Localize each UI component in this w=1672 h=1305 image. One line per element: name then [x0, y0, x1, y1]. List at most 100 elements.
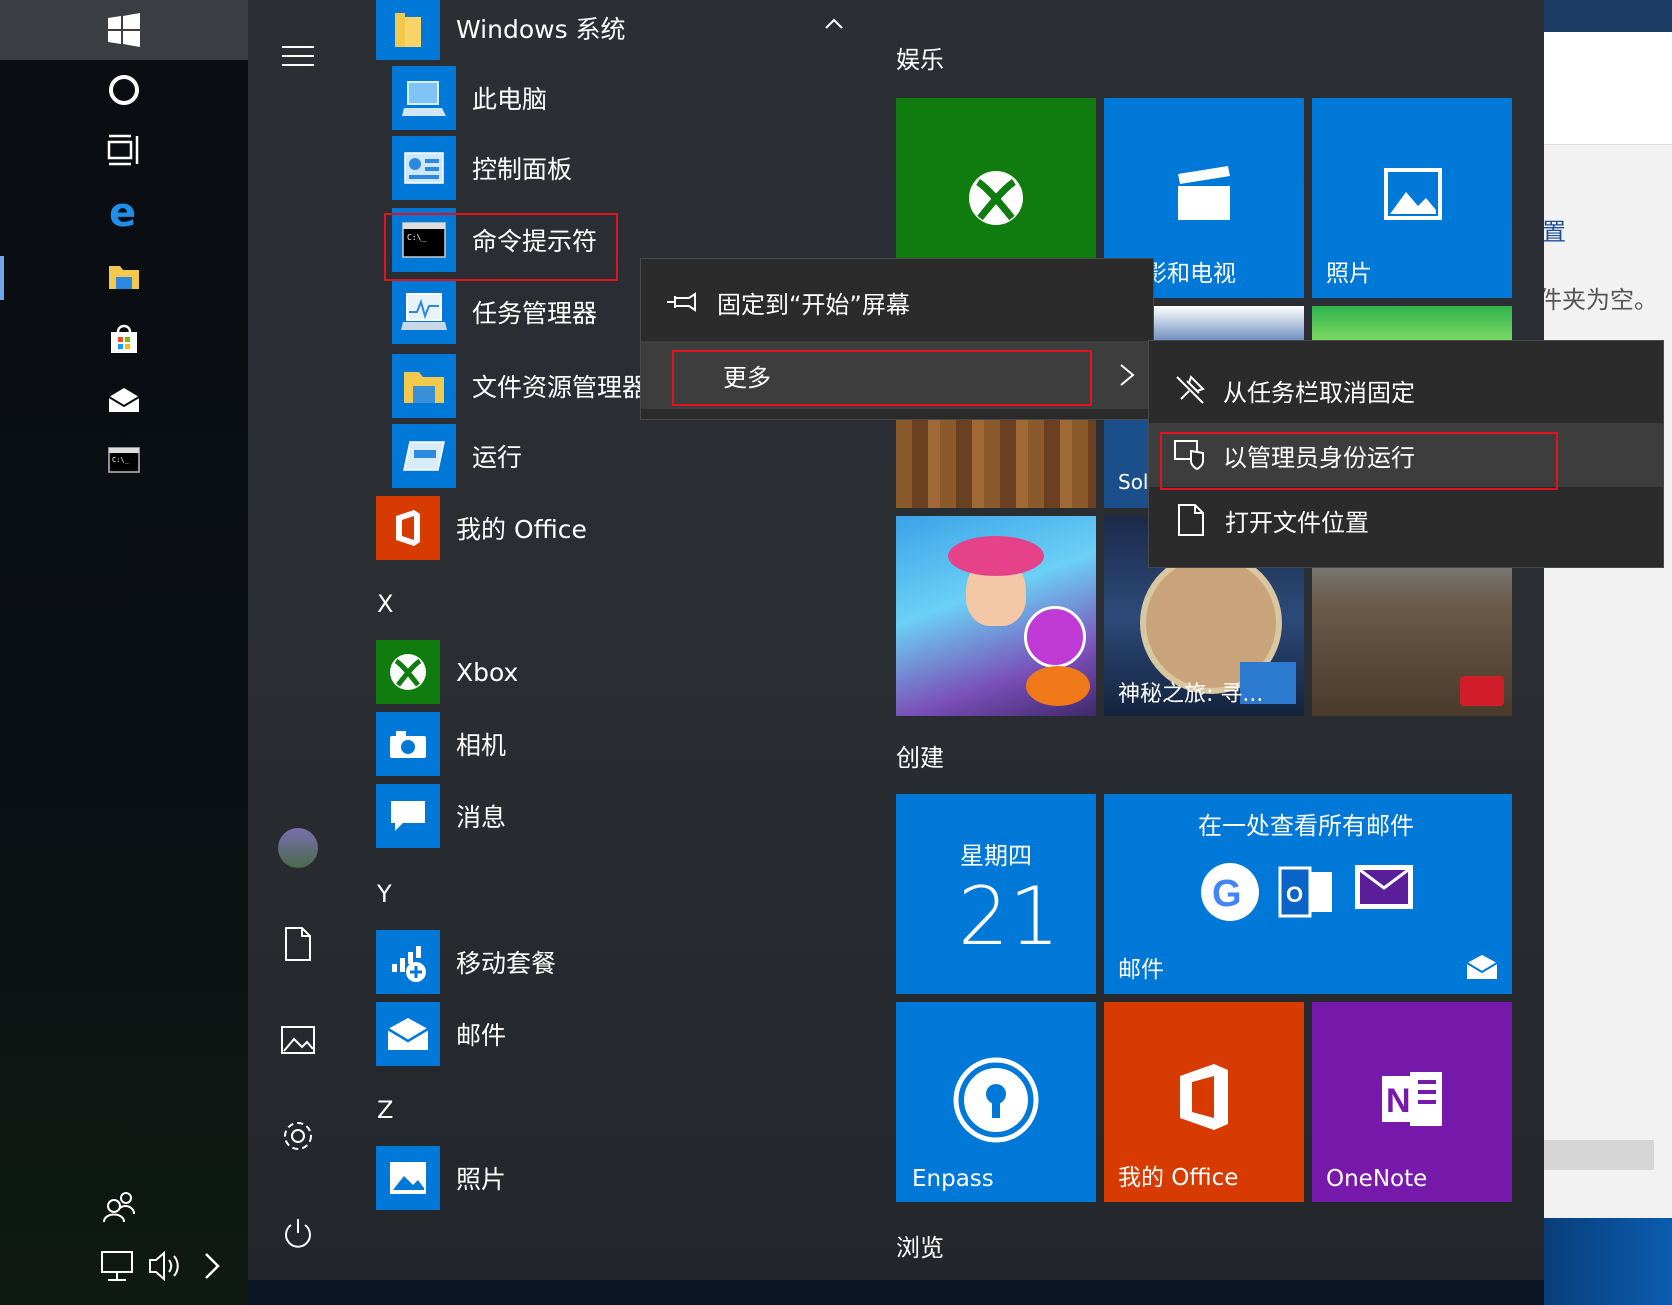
- people-icon[interactable]: [100, 1186, 140, 1226]
- svg-text:O: O: [1286, 882, 1303, 907]
- tile-calendar[interactable]: 星期四 21: [896, 794, 1096, 994]
- this-pc-icon: [392, 66, 456, 130]
- bubble-badge: [1024, 606, 1086, 668]
- svg-text:e: e: [109, 194, 136, 230]
- list-item-photos[interactable]: 照片: [376, 1146, 506, 1210]
- list-item-label: 任务管理器: [472, 299, 598, 328]
- folder-windows-system[interactable]: Windows 系统: [376, 0, 626, 60]
- file-icon: [1178, 504, 1204, 536]
- window-text-1: 置: [1542, 218, 1566, 246]
- window-titlebar: [1544, 0, 1672, 32]
- camera-icon: [376, 712, 440, 776]
- tile-label: 照片: [1326, 261, 1372, 287]
- chevron-right-icon: [1120, 364, 1135, 386]
- menu-item-open-file-location[interactable]: 打开文件位置: [1149, 489, 1663, 551]
- volume-icon[interactable]: [146, 1248, 186, 1284]
- list-item-label: 照片: [456, 1165, 507, 1194]
- list-item-this-pc[interactable]: 此电脑: [392, 66, 547, 130]
- group-title-entertainment[interactable]: 娱乐: [896, 40, 944, 75]
- svg-text:G: G: [1212, 873, 1242, 915]
- divider: [1544, 144, 1672, 145]
- task-view-icon[interactable]: [88, 122, 160, 178]
- tile-my-office[interactable]: 我的 Office: [1104, 1002, 1304, 1202]
- store-icon[interactable]: [88, 310, 160, 366]
- file-explorer-icon: [392, 354, 456, 418]
- gameloft-logo: [1460, 676, 1504, 706]
- group-title-create[interactable]: 创建: [896, 738, 944, 773]
- list-item-label: 消息: [456, 803, 507, 832]
- clapperboard-icon: [1178, 166, 1230, 220]
- settings-icon[interactable]: [264, 1106, 332, 1166]
- tile-photos[interactable]: 照片: [1312, 98, 1512, 298]
- list-item-label: 控制面板: [472, 155, 573, 184]
- tile-label: 影和电视: [1144, 261, 1236, 287]
- desktop-wallpaper: [1544, 1218, 1672, 1305]
- tile-mail[interactable]: 在一处查看所有邮件 G O 邮件: [1104, 794, 1512, 994]
- photos-icon: [376, 1146, 440, 1210]
- tile-enpass[interactable]: Enpass: [896, 1002, 1096, 1202]
- tile-label: 神秘之旅: 寻...: [1118, 682, 1264, 707]
- file-explorer-icon[interactable]: [88, 248, 160, 304]
- pictures-icon[interactable]: [264, 1010, 332, 1070]
- tile-minecraft[interactable]: [896, 418, 1096, 508]
- power-icon[interactable]: [264, 1204, 332, 1264]
- tile-bubble-witch[interactable]: [896, 516, 1096, 716]
- run-icon: [392, 424, 456, 488]
- tile-solitaire[interactable]: Sol: [1104, 418, 1148, 508]
- xbox-icon: [376, 640, 440, 704]
- documents-icon[interactable]: [264, 914, 332, 974]
- list-item-camera[interactable]: 相机: [376, 712, 506, 776]
- edge-icon[interactable]: e: [88, 184, 160, 240]
- list-item-control-panel[interactable]: 控制面板: [392, 136, 572, 200]
- menu-item-label: 打开文件位置: [1225, 508, 1369, 537]
- list-item-task-manager[interactable]: 任务管理器: [392, 280, 597, 344]
- list-item-mail[interactable]: 邮件: [376, 1002, 506, 1066]
- task-manager-icon: [392, 280, 456, 344]
- photos-icon: [1384, 168, 1442, 220]
- collapse-chevron-icon[interactable]: [820, 14, 848, 34]
- cortana-icon[interactable]: [88, 62, 160, 118]
- active-indicator: [0, 256, 4, 300]
- menu-item-label: 从任务栏取消固定: [1223, 378, 1415, 407]
- hamburger-icon[interactable]: [264, 26, 332, 86]
- highlight-cmd: [384, 213, 618, 281]
- calendar-day: 21: [958, 870, 1060, 963]
- list-item-my-office[interactable]: 我的 Office: [376, 496, 587, 560]
- letter-header-z[interactable]: Z: [377, 1096, 393, 1124]
- enpass-icon: [953, 1057, 1039, 1143]
- cmd-icon[interactable]: C:\_: [88, 432, 160, 488]
- mail-icon[interactable]: [88, 372, 160, 428]
- calendar-weekday: 星期四: [960, 842, 1032, 870]
- messages-icon: [376, 784, 440, 848]
- list-item-label: 文件资源管理器: [472, 373, 648, 402]
- tile-label: 邮件: [1118, 957, 1164, 983]
- windows-logo-icon[interactable]: [88, 2, 160, 58]
- avatar[interactable]: [264, 818, 332, 878]
- list-item-run[interactable]: 运行: [392, 424, 522, 488]
- network-icon[interactable]: [98, 1248, 138, 1284]
- menu-item-pin-to-start[interactable]: 固定到“开始”屏幕: [641, 271, 1153, 333]
- list-item-xbox[interactable]: Xbox: [376, 640, 518, 704]
- group-title-browse[interactable]: 浏览: [896, 1228, 944, 1263]
- letter-header-y[interactable]: Y: [377, 880, 392, 908]
- window-scrollbar[interactable]: [1544, 1140, 1654, 1170]
- list-item-label: 移动套餐: [456, 949, 557, 978]
- letter-header-x[interactable]: X: [377, 590, 393, 618]
- control-panel-icon: [392, 136, 456, 200]
- list-item-messages[interactable]: 消息: [376, 784, 506, 848]
- mail-icon: [376, 1002, 440, 1066]
- outlook-icon: O: [1278, 866, 1332, 918]
- tile-onenote[interactable]: N OneNote: [1312, 1002, 1512, 1202]
- tile-label: Enpass: [912, 1166, 994, 1192]
- list-item-file-explorer[interactable]: 文件资源管理器: [392, 354, 647, 418]
- menu-item-unpin-taskbar[interactable]: 从任务栏取消固定: [1149, 359, 1663, 421]
- unpin-icon: [1176, 375, 1205, 404]
- list-item-label: 运行: [472, 443, 523, 472]
- chevron-right-icon[interactable]: [198, 1250, 226, 1282]
- onenote-icon: N: [1382, 1072, 1442, 1126]
- svg-text:N: N: [1386, 1082, 1411, 1120]
- list-item-label: 此电脑: [472, 85, 548, 114]
- list-item-mobile-plans[interactable]: 移动套餐: [376, 930, 556, 994]
- yahoo-mail-icon: [1355, 865, 1413, 909]
- list-item-label: 相机: [456, 731, 507, 760]
